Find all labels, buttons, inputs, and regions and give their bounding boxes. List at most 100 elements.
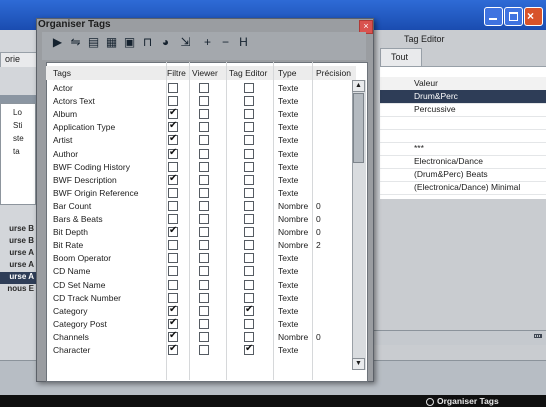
viewer-checkbox[interactable]	[199, 331, 209, 342]
table-row[interactable]: Author Texte	[46, 147, 353, 161]
tag-value-row[interactable]: (Electronica/Dance) Minimal	[380, 181, 546, 195]
tag-editor-checkbox[interactable]	[244, 304, 254, 316]
tag-value-row[interactable]: Drum&Perc	[380, 90, 546, 104]
left-list-item[interactable]: Sti	[13, 121, 35, 133]
column-icon[interactable]: ⊓	[140, 35, 155, 50]
table-row[interactable]: Application Type Texte	[46, 120, 353, 134]
table-row[interactable]: CD Track Number Texte	[46, 292, 353, 305]
left-track-label[interactable]: urse A	[0, 248, 36, 260]
left-track-label[interactable]: urse B	[0, 224, 36, 236]
viewer-checkbox[interactable]	[199, 148, 209, 159]
viewer-checkbox[interactable]	[199, 305, 209, 316]
left-track-label[interactable]: nous E	[0, 284, 36, 296]
table-row[interactable]: BWF Origin Reference Texte	[46, 187, 353, 200]
left-list-item[interactable]: ta	[13, 147, 35, 159]
left-track-label[interactable]: urse B	[0, 236, 36, 248]
save-icon[interactable]: ▣	[122, 35, 137, 50]
table-row[interactable]: CD Set Name Texte	[46, 279, 353, 292]
add-icon[interactable]: +	[200, 35, 215, 50]
header-precision[interactable]: Précision	[316, 68, 351, 78]
viewer-checkbox[interactable]	[199, 279, 209, 290]
viewer-checkbox[interactable]	[199, 200, 209, 211]
left-tab[interactable]: orie	[0, 52, 38, 67]
filter-icon[interactable]: ⇋	[68, 35, 83, 50]
filtre-checkbox[interactable]	[168, 83, 178, 93]
tag-editor-checkbox[interactable]	[244, 227, 254, 238]
table-row[interactable]: Artist Texte	[46, 133, 353, 147]
filtre-checkbox[interactable]	[168, 330, 178, 342]
filtre-checkbox[interactable]	[168, 120, 178, 133]
tag-editor-checkbox[interactable]	[244, 292, 254, 303]
tag-editor-checkbox[interactable]	[244, 331, 254, 342]
filtre-checkbox[interactable]	[168, 147, 178, 159]
viewer-checkbox[interactable]	[199, 83, 209, 93]
viewer-checkbox[interactable]	[199, 135, 209, 146]
tag-editor-checkbox[interactable]	[244, 96, 254, 107]
tag-editor-checkbox[interactable]	[244, 214, 254, 224]
filtre-checkbox[interactable]	[168, 279, 178, 290]
filtre-checkbox[interactable]	[168, 161, 178, 172]
tag-value-row[interactable]: ***	[380, 142, 546, 156]
filtre-checkbox[interactable]	[168, 240, 178, 251]
table-row[interactable]: Boom Operator Texte	[46, 253, 353, 265]
viewer-checkbox[interactable]	[199, 240, 209, 251]
table-row[interactable]: Bar Count Nombre 0	[46, 200, 353, 213]
table-view-icon[interactable]: ▦	[104, 35, 119, 50]
minimize-button[interactable]	[484, 7, 503, 26]
tag-editor-checkbox[interactable]	[244, 200, 254, 211]
viewer-checkbox[interactable]	[199, 318, 209, 329]
table-row[interactable]: Album Texte	[46, 107, 353, 121]
tag-editor-checkbox[interactable]	[244, 318, 254, 329]
left-list-item[interactable]: ste	[13, 134, 35, 146]
header-tag-editor[interactable]: Tag Editor	[229, 68, 267, 78]
maximize-button[interactable]	[504, 7, 523, 26]
filtre-checkbox[interactable]	[168, 266, 178, 277]
viewer-checkbox[interactable]	[199, 345, 209, 355]
tag-editor-checkbox[interactable]	[244, 83, 254, 93]
scroll-thumb[interactable]	[353, 93, 364, 163]
grip-icon[interactable]	[533, 331, 543, 341]
tag-editor-checkbox[interactable]	[244, 148, 254, 159]
left-track-label[interactable]: urse A	[0, 260, 36, 272]
header-filtre[interactable]: Filtre	[167, 68, 186, 78]
tag-editor-checkbox[interactable]	[244, 240, 254, 251]
viewer-checkbox[interactable]	[199, 187, 209, 198]
viewer-checkbox[interactable]	[199, 96, 209, 107]
viewer-checkbox[interactable]	[199, 214, 209, 224]
table-row[interactable]: Category Texte	[46, 304, 353, 318]
list-view-icon[interactable]: ▤	[86, 35, 101, 50]
scroll-up-icon[interactable]: ▲	[352, 80, 365, 92]
tag-value-row[interactable]	[380, 129, 546, 143]
tag-value-row[interactable]	[380, 116, 546, 130]
left-track-label[interactable]: urse A	[0, 272, 36, 284]
tag-editor-checkbox[interactable]	[244, 109, 254, 120]
globe-icon[interactable]: ◕	[158, 35, 173, 50]
table-row[interactable]: Channels Nombre 0	[46, 330, 353, 344]
table-row[interactable]: CD Name Texte	[46, 266, 353, 278]
rename-icon[interactable]: H	[236, 35, 251, 50]
scroll-down-icon[interactable]: ▼	[352, 358, 365, 370]
header-type[interactable]: Type	[278, 68, 296, 78]
table-row[interactable]: BWF Coding History Texte	[46, 161, 353, 174]
tab-tout[interactable]: Tout	[380, 48, 422, 67]
viewer-checkbox[interactable]	[199, 122, 209, 133]
table-row[interactable]: Character Texte	[46, 343, 353, 357]
remove-icon[interactable]: −	[218, 35, 233, 50]
table-row[interactable]: Category Post Texte	[46, 317, 353, 331]
tag-editor-checkbox[interactable]	[244, 187, 254, 198]
table-row[interactable]: Actors Text Texte	[46, 96, 353, 108]
tag-editor-checkbox[interactable]	[244, 122, 254, 133]
filtre-checkbox[interactable]	[168, 292, 178, 303]
filtre-checkbox[interactable]	[168, 133, 178, 146]
tag-value-row[interactable]: Percussive	[380, 103, 546, 117]
viewer-checkbox[interactable]	[199, 227, 209, 238]
filtre-checkbox[interactable]	[168, 200, 178, 211]
close-window-button[interactable]: ×	[524, 7, 543, 26]
filtre-checkbox[interactable]	[168, 214, 178, 224]
header-viewer[interactable]: Viewer	[192, 68, 218, 78]
tag-value-row[interactable]: Electronica/Dance	[380, 155, 546, 169]
filtre-checkbox[interactable]	[168, 304, 178, 316]
viewer-checkbox[interactable]	[199, 174, 209, 185]
filtre-checkbox[interactable]	[168, 317, 178, 329]
table-row[interactable]: BWF Description Texte	[46, 173, 353, 187]
